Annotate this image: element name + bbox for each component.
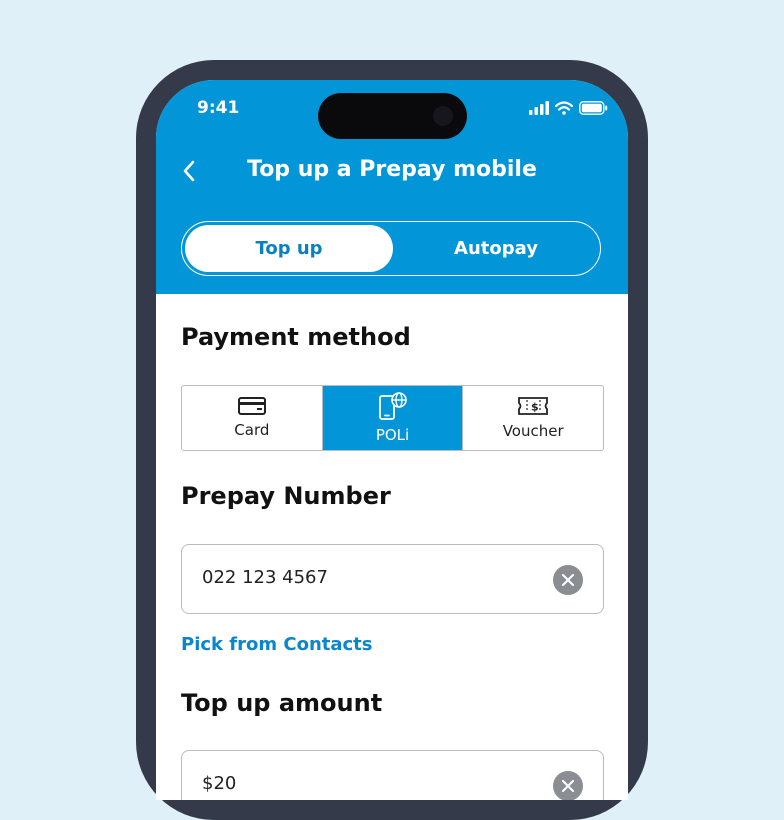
voucher-ticket-icon: $: [518, 397, 549, 415]
header-area: 9:41 Top up a Prepay mobile Top up Autop…: [156, 80, 628, 294]
mode-toggle: Top up Autopay: [181, 221, 601, 276]
tab-top-up[interactable]: Top up: [185, 225, 393, 272]
clear-button[interactable]: [553, 565, 583, 595]
phone-globe-icon: [378, 392, 407, 420]
tab-autopay[interactable]: Autopay: [393, 225, 599, 272]
payment-method-heading: Payment method: [181, 323, 411, 351]
credit-card-icon: [237, 397, 266, 415]
payment-option-label: Voucher: [502, 422, 564, 440]
payment-method-selector: Card POLi $ Voucher: [181, 385, 604, 451]
signal-icon: [529, 101, 549, 115]
payment-option-card[interactable]: Card: [182, 386, 322, 450]
status-icons: [529, 101, 608, 115]
payment-option-label: POLi: [375, 426, 410, 444]
camera-icon: [433, 106, 453, 126]
top-up-amount-field[interactable]: $20: [181, 750, 604, 800]
clear-button[interactable]: [553, 771, 583, 800]
battery-icon: [579, 101, 608, 115]
prepay-number-value: 022 123 4567: [202, 567, 328, 588]
svg-text:$: $: [531, 401, 539, 414]
wifi-icon: [555, 101, 573, 115]
prepay-number-heading: Prepay Number: [181, 482, 391, 510]
payment-option-voucher[interactable]: $ Voucher: [462, 386, 603, 450]
payment-option-poli[interactable]: POLi: [321, 386, 463, 450]
app-screen: 9:41 Top up a Prepay mobile Top up Autop…: [156, 80, 628, 800]
page-title: Top up a Prepay mobile: [247, 157, 537, 182]
prepay-number-field[interactable]: 022 123 4567: [181, 544, 604, 614]
top-up-amount-heading: Top up amount: [181, 689, 383, 717]
close-icon: [562, 780, 574, 792]
dynamic-island: [318, 93, 467, 139]
payment-option-label: Card: [234, 421, 270, 439]
pick-from-contacts-link[interactable]: Pick from Contacts: [181, 634, 373, 655]
close-icon: [562, 574, 574, 586]
status-time: 9:41: [197, 98, 240, 118]
